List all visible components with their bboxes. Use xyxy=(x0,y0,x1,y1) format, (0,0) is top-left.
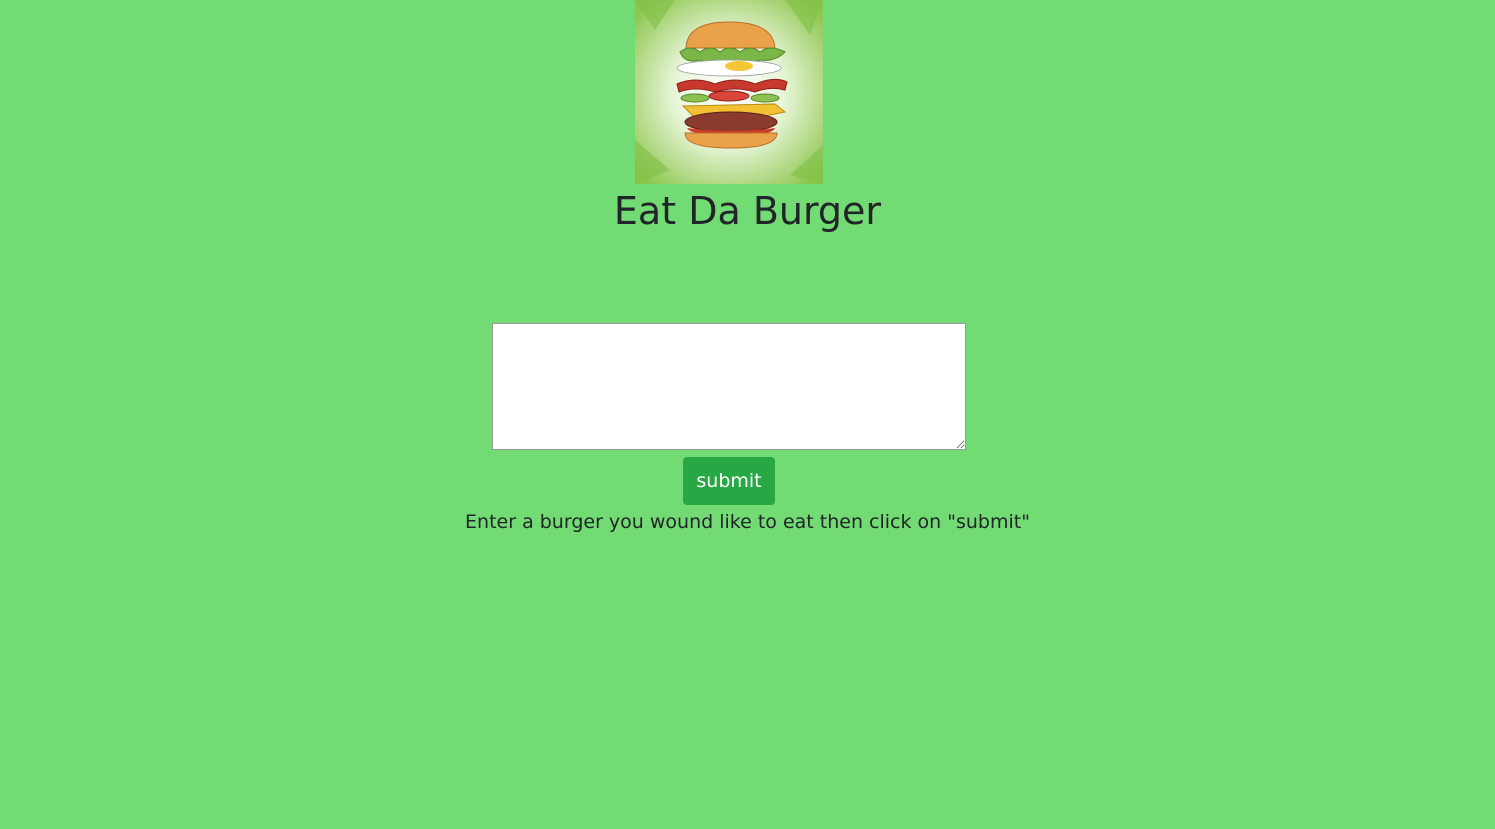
page-title: Eat Da Burger xyxy=(613,189,882,233)
page: Eat Da Burger submit Enter a burger you … xyxy=(0,0,1495,829)
submit-button[interactable]: submit xyxy=(683,457,775,505)
burger-logo-icon xyxy=(635,0,823,184)
instruction-text: Enter a burger you wound like to eat the… xyxy=(465,511,1030,533)
burger-input[interactable] xyxy=(492,323,966,450)
